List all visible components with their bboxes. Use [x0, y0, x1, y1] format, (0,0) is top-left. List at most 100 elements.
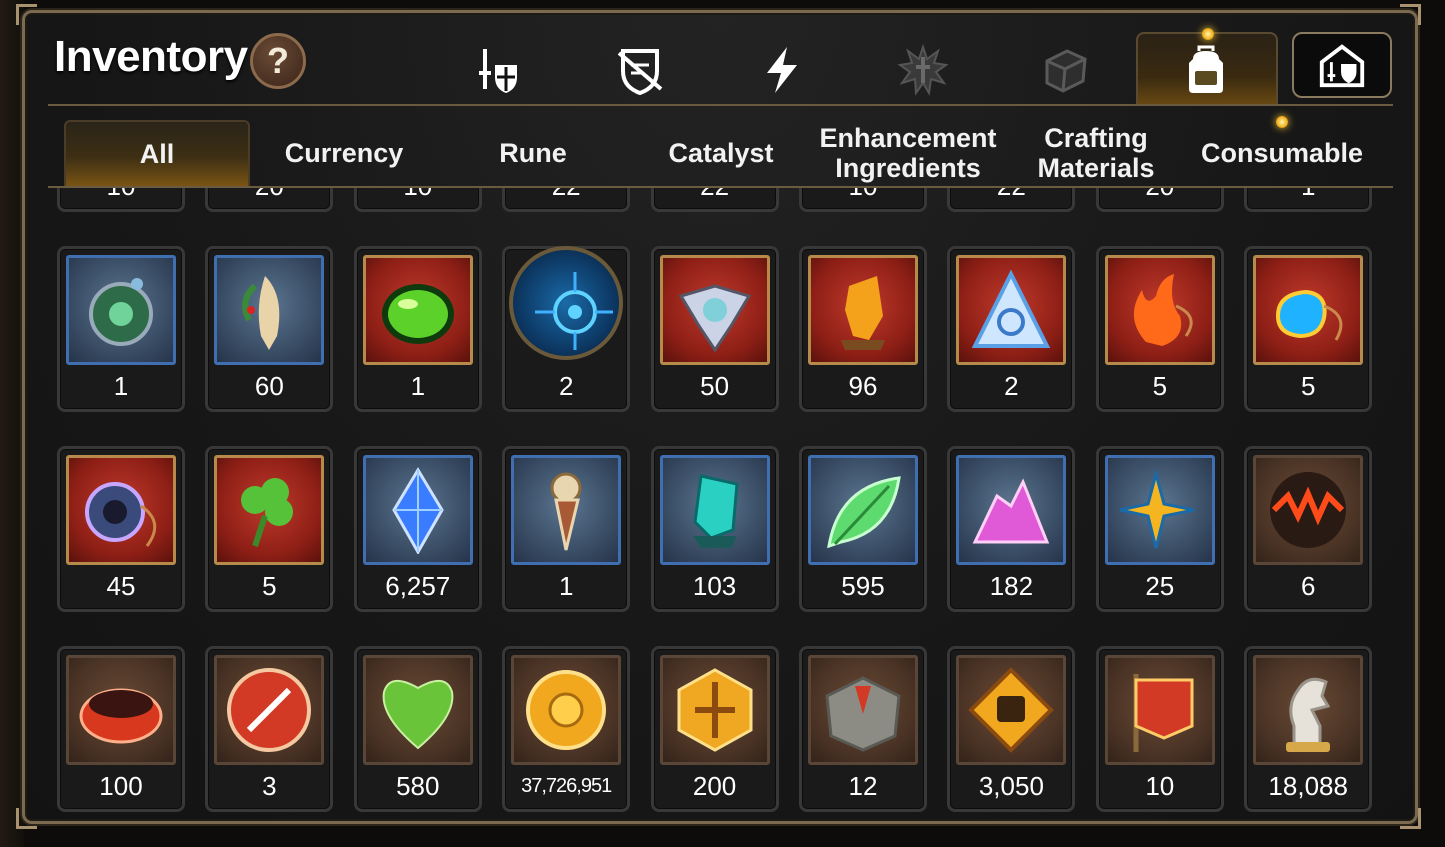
tab-currency[interactable]: Currency: [256, 120, 432, 186]
clover-amulet-icon: [214, 455, 325, 565]
inventory-item-slot[interactable]: 1: [353, 246, 482, 412]
dice-icon: [1045, 49, 1087, 93]
ring-amulet-icon: [66, 455, 176, 565]
inventory-item-slot[interactable]: 5: [205, 446, 334, 612]
inventory-item-slot[interactable]: 96: [799, 246, 927, 412]
storage-button[interactable]: [1292, 32, 1392, 98]
item-count: 3: [262, 771, 277, 801]
blue-rune-disc-icon: [509, 246, 624, 360]
inventory-item-slot[interactable]: 1: [502, 446, 631, 612]
inventory-item-slot[interactable]: 10: [57, 188, 185, 212]
inventory-item-slot[interactable]: 5: [1095, 246, 1224, 412]
tab-crafting-materials[interactable]: Crafting Materials: [1006, 120, 1186, 186]
inventory-item-slot[interactable]: 20: [1095, 188, 1224, 212]
inventory-item-slot[interactable]: 22: [947, 188, 1076, 212]
red-banner-icon: [1104, 655, 1215, 765]
inventory-item-slot[interactable]: 22: [650, 188, 779, 212]
category-misc-button[interactable]: [1036, 40, 1096, 100]
item-count: 2: [558, 371, 574, 401]
item-count: 5: [262, 571, 277, 601]
inventory-item-slot[interactable]: 45: [57, 446, 185, 612]
category-special-button[interactable]: [893, 40, 953, 100]
frame-corner: [16, 4, 37, 25]
item-count: 580: [396, 771, 440, 801]
tab-rune[interactable]: Rune: [444, 120, 622, 186]
item-count: 5: [1152, 371, 1168, 401]
item-count: 50: [700, 371, 730, 401]
inventory-item-slot[interactable]: 10: [799, 188, 927, 212]
inventory-item-slot[interactable]: 25: [1095, 446, 1224, 612]
category-gear-button[interactable]: [468, 40, 528, 100]
inventory-item-slot[interactable]: 200: [650, 646, 779, 812]
item-count: 5: [1300, 371, 1316, 401]
item-count: 10: [802, 188, 924, 202]
inventory-item-slot[interactable]: 182: [947, 446, 1076, 612]
red-badge-icon: [214, 655, 325, 765]
category-artifact-button[interactable]: [610, 40, 670, 100]
item-count: 25: [1145, 571, 1175, 601]
item-count: 20: [1099, 188, 1221, 202]
star-compass-amulet-icon: [1104, 455, 1215, 565]
blue-gem-icon: [362, 455, 473, 565]
inventory-item-slot[interactable]: 1: [1244, 188, 1373, 212]
frame-corner: [16, 808, 37, 829]
frame-corner: [1400, 808, 1421, 829]
help-button[interactable]: ?: [250, 33, 306, 89]
inventory-item-slot[interactable]: 595: [799, 446, 927, 612]
inventory-item-slot[interactable]: 6,257: [353, 446, 482, 612]
inventory-item-slot[interactable]: 2: [502, 246, 631, 412]
green-orb-icon: [362, 255, 473, 365]
inventory-item-slot[interactable]: 37,726,951: [502, 646, 631, 812]
item-count: 200: [692, 771, 737, 801]
tab-enhancement-ingredients[interactable]: Enhancement Ingredients: [818, 120, 998, 186]
inventory-item-slot[interactable]: 10: [353, 188, 482, 212]
item-count: 10: [1145, 771, 1175, 801]
inventory-item-slot[interactable]: 22: [502, 188, 631, 212]
item-count: 6: [1300, 571, 1316, 601]
inventory-item-slot[interactable]: 12: [799, 646, 927, 812]
inventory-item-slot[interactable]: 20: [205, 188, 334, 212]
inventory-item-slot[interactable]: 18,088: [1244, 646, 1373, 812]
knight-chess-icon: [1253, 655, 1364, 765]
item-count: 10: [357, 188, 479, 202]
inventory-item-slot[interactable]: 103: [650, 446, 779, 612]
broken-shield-icon: [617, 49, 663, 96]
amber-crystal-icon: [808, 255, 918, 365]
category-inventory-button[interactable]: [1176, 40, 1236, 100]
inventory-item-slot[interactable]: 580: [353, 646, 482, 812]
inventory-item-slot[interactable]: 5: [1244, 246, 1373, 412]
item-count: 22: [950, 188, 1072, 202]
green-compass-icon: [66, 255, 176, 365]
item-count: 100: [99, 771, 143, 801]
inventory-item-slot[interactable]: 60: [205, 246, 334, 412]
category-enhance-button[interactable]: [752, 40, 812, 100]
inventory-item-slot[interactable]: 1: [57, 246, 185, 412]
inventory-item-slot[interactable]: 2: [947, 246, 1076, 412]
tab-all[interactable]: All: [64, 120, 250, 186]
item-count: 37,726,951: [521, 775, 612, 797]
item-count: 103: [692, 571, 737, 601]
inventory-item-slot[interactable]: 3,050: [947, 646, 1076, 812]
green-heart-icon: [362, 655, 473, 765]
clock-pendant-icon: [511, 455, 622, 565]
ginseng-root-icon: [214, 255, 325, 365]
inventory-item-slot[interactable]: 10: [1095, 646, 1224, 812]
sword-shield-icon: [479, 49, 517, 93]
inventory-item-slot[interactable]: 6: [1244, 446, 1373, 612]
inventory-item-slot[interactable]: 50: [650, 246, 779, 412]
inventory-item-slot[interactable]: 3: [205, 646, 334, 812]
backpack-icon: [1189, 45, 1223, 93]
inventory-item-slot[interactable]: 100: [57, 646, 185, 812]
item-count: 1: [410, 371, 426, 401]
tab-catalyst[interactable]: Catalyst: [632, 120, 810, 186]
triquetra-crystal-icon: [956, 255, 1067, 365]
water-amulet-icon: [1253, 255, 1364, 365]
item-count: 6,257: [385, 571, 451, 601]
item-count: 22: [505, 188, 627, 202]
divider: [48, 104, 1393, 106]
item-count: 18,088: [1268, 771, 1348, 801]
tab-consumable[interactable]: Consumable: [1192, 120, 1372, 186]
item-count: 2: [1004, 371, 1019, 401]
teal-crystal-icon: [659, 455, 770, 565]
item-count: 182: [989, 571, 1034, 601]
